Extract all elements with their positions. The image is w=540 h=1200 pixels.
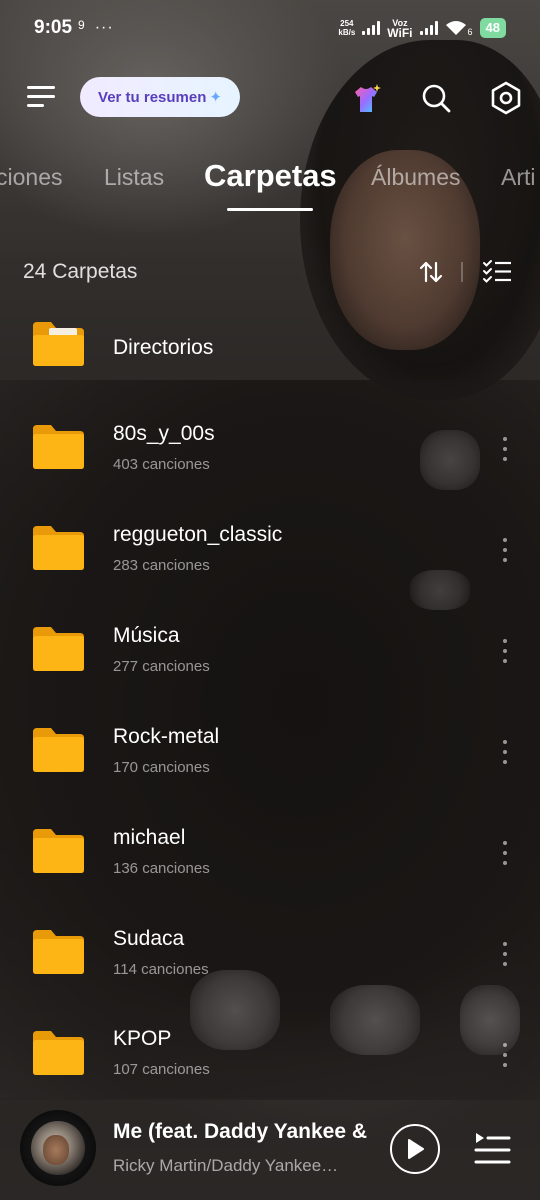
- folder-row[interactable]: Sudaca 114 canciones: [0, 915, 540, 1015]
- folder-icon: [33, 425, 84, 469]
- tab-albumes[interactable]: Álbumes: [371, 164, 460, 191]
- folder-row[interactable]: Música 277 canciones: [0, 612, 540, 712]
- folder-song-count: 136 canciones: [113, 860, 210, 877]
- mini-player[interactable]: [0, 1098, 540, 1200]
- folder-row-directorios[interactable]: Directorios: [0, 310, 540, 410]
- folder-icon: [33, 1031, 84, 1075]
- folder-song-count: 114 canciones: [113, 961, 209, 978]
- folder-count: 24 Carpetas: [23, 260, 138, 283]
- album-art: [31, 1121, 85, 1175]
- folder-name: Directorios: [113, 336, 214, 359]
- tab-artistas[interactable]: Arti: [501, 164, 536, 191]
- menu-icon[interactable]: [27, 86, 55, 108]
- network-speed: 254 kB/s: [338, 19, 356, 37]
- vowifi-indicator: Voz WiFi: [387, 17, 413, 40]
- sparkle-icon: ✦: [209, 89, 222, 106]
- signal-icon-2: [419, 21, 438, 35]
- header-divider: [461, 262, 463, 282]
- more-options-icon[interactable]: [494, 838, 516, 868]
- status-time: 9:05: [34, 17, 73, 38]
- folder-name: Sudaca: [113, 927, 185, 950]
- folder-row[interactable]: michael 136 canciones: [0, 814, 540, 914]
- folder-song-count: 403 canciones: [113, 456, 210, 473]
- folder-name: 80s_y_00s: [113, 422, 215, 445]
- status-bar: 9:05 9 ··· 254 kB/s Voz WiFi 6 48: [0, 0, 540, 56]
- multi-select-icon[interactable]: [482, 259, 512, 285]
- tab-carpetas[interactable]: Carpetas: [204, 158, 337, 194]
- play-button[interactable]: [390, 1124, 440, 1174]
- folder-song-count: 170 canciones: [113, 759, 210, 776]
- wifi-icon: [445, 21, 466, 35]
- more-notifications-icon: ···: [94, 19, 114, 36]
- wifi-badge: 6: [467, 27, 473, 37]
- tab-canciones[interactable]: ciones: [0, 164, 62, 191]
- active-tab-indicator: [227, 208, 313, 211]
- folder-row[interactable]: 80s_y_00s 403 canciones: [0, 410, 540, 510]
- now-playing-artist[interactable]: Ricky Martin/Daddy Yankee…: [113, 1156, 381, 1176]
- folder-icon: [33, 728, 84, 772]
- more-options-icon[interactable]: [494, 535, 516, 565]
- tab-listas[interactable]: Listas: [104, 164, 164, 191]
- signal-icon: [362, 21, 381, 35]
- tab-bar: ciones Listas Carpetas Álbumes Arti: [0, 150, 540, 211]
- more-options-icon[interactable]: [494, 1040, 516, 1070]
- summary-button[interactable]: Ver tu resumen ✦: [80, 77, 240, 117]
- folder-name: Música: [113, 624, 180, 647]
- sort-icon[interactable]: [418, 259, 444, 285]
- folder-icon: [33, 930, 84, 974]
- theme-icon[interactable]: [349, 82, 383, 116]
- summary-label: Ver tu resumen: [98, 88, 207, 106]
- folder-row[interactable]: Rock-metal 170 canciones: [0, 713, 540, 813]
- folder-name: reggueton_classic: [113, 523, 283, 546]
- folder-song-count: 277 canciones: [113, 658, 210, 675]
- settings-icon[interactable]: [489, 81, 523, 115]
- folder-icon: [33, 526, 84, 570]
- play-icon: [408, 1139, 424, 1159]
- more-options-icon[interactable]: [494, 939, 516, 969]
- search-icon[interactable]: [420, 82, 452, 114]
- more-options-icon[interactable]: [494, 737, 516, 767]
- notification-indicator: 9: [78, 18, 85, 32]
- battery-indicator: 48: [479, 18, 506, 38]
- folder-name: Rock-metal: [113, 725, 220, 748]
- more-options-icon[interactable]: [494, 434, 516, 464]
- now-playing-title[interactable]: Me (feat. Daddy Yankee &: [113, 1120, 381, 1144]
- folder-icon: [33, 829, 84, 873]
- folder-song-count: 107 canciones: [113, 1061, 210, 1078]
- folder-icon: [33, 627, 84, 671]
- queue-icon[interactable]: [473, 1130, 511, 1168]
- directory-folder-icon: [33, 322, 84, 366]
- folder-row[interactable]: reggueton_classic 283 canciones: [0, 511, 540, 611]
- folder-name: michael: [113, 826, 186, 849]
- folder-name: KPOP: [113, 1027, 172, 1050]
- folder-song-count: 283 canciones: [113, 557, 210, 574]
- more-options-icon[interactable]: [494, 636, 516, 666]
